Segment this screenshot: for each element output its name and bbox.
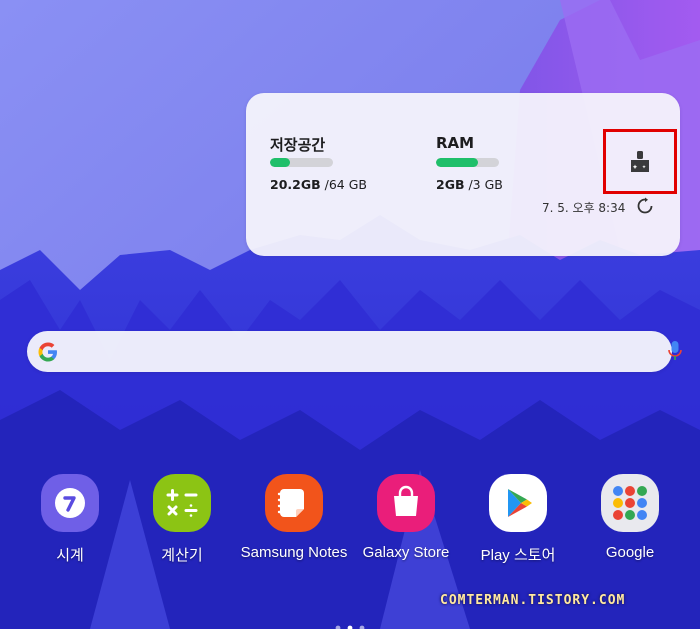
google-g-icon bbox=[38, 342, 57, 362]
ram-value: 2GB /3 GB bbox=[436, 177, 503, 192]
ram-used: 2GB bbox=[436, 177, 465, 192]
ram-progress-bar bbox=[436, 158, 499, 167]
app-play-store[interactable]: Play 스토어 bbox=[462, 470, 574, 570]
notes-icon bbox=[265, 474, 323, 532]
app-samsung-notes[interactable]: Samsung Notes bbox=[238, 470, 350, 570]
mic-icon[interactable] bbox=[665, 339, 685, 363]
storage-total: /64 GB bbox=[320, 177, 367, 192]
broom-sparkle-icon bbox=[631, 150, 649, 172]
last-updated-time: 7. 5. 오후 8:34 bbox=[542, 201, 626, 215]
storage-value: 20.2GB /64 GB bbox=[270, 177, 367, 192]
refresh-button[interactable] bbox=[634, 195, 656, 217]
calculator-icon bbox=[153, 474, 211, 532]
page-indicator bbox=[335, 625, 365, 629]
app-clock[interactable]: 시계 bbox=[14, 470, 126, 570]
device-care-widget[interactable]: 저장공간 20.2GB /64 GB RAM 2GB /3 GB 7. 5. 오… bbox=[246, 93, 680, 256]
ram-total: /3 GB bbox=[464, 177, 503, 192]
google-folder-icon bbox=[601, 474, 659, 532]
store-bag-icon bbox=[377, 474, 435, 532]
storage-progress-fill bbox=[270, 158, 291, 167]
play-store-icon bbox=[489, 474, 547, 532]
storage-label: 저장공간 bbox=[270, 136, 326, 154]
app-calculator[interactable]: 계산기 bbox=[126, 470, 238, 570]
watermark: COMTERMAN.TISTORY.COM bbox=[440, 593, 626, 608]
google-search-bar[interactable] bbox=[27, 331, 682, 372]
clock-icon bbox=[41, 474, 99, 532]
clean-now-button[interactable] bbox=[603, 129, 677, 194]
refresh-icon bbox=[637, 197, 653, 214]
ram-label: RAM bbox=[436, 134, 475, 152]
app-label: Google bbox=[605, 544, 655, 561]
storage-used: 20.2GB bbox=[270, 177, 321, 192]
app-google-folder[interactable]: Google bbox=[574, 470, 686, 570]
app-galaxy-store[interactable]: Galaxy Store bbox=[350, 470, 462, 570]
ram-progress-fill bbox=[436, 158, 479, 167]
storage-progress-bar bbox=[270, 158, 333, 167]
